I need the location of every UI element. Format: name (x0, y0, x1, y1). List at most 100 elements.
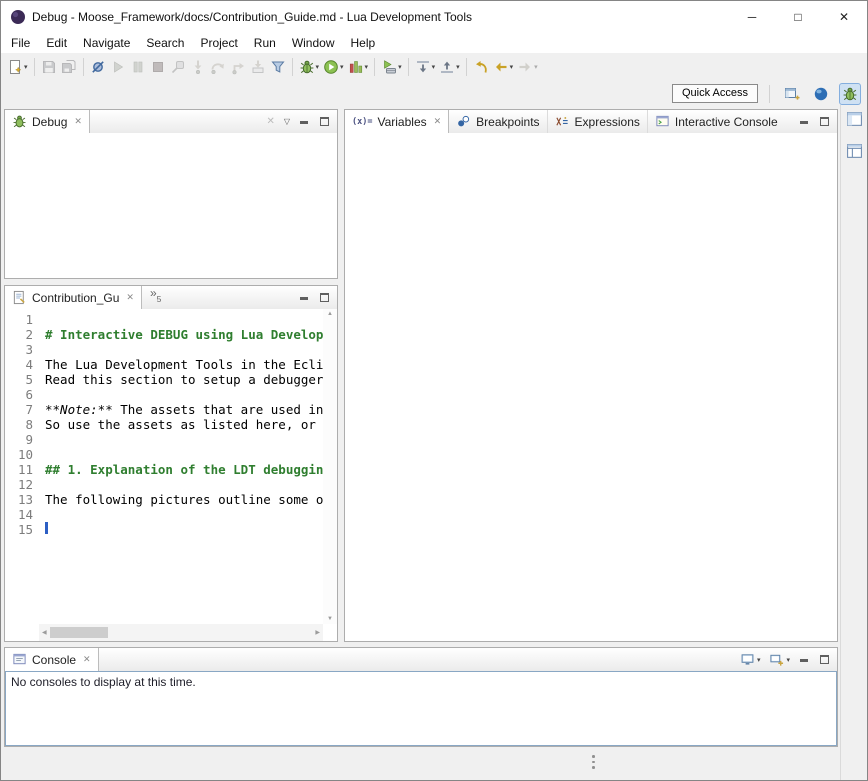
line-number: 1 (5, 312, 33, 327)
use-step-filters-button[interactable] (268, 56, 288, 78)
horizontal-scrollbar[interactable]: ◀ ▶ (39, 624, 323, 641)
editor-panel: Contribution_Gu ✕ »5 1234567891011121314… (4, 285, 338, 642)
main-toolbar: ▾ ▾ ▾ ▾ ▾ ▾ ▾ ▾ ▾ (1, 53, 867, 80)
dropdown-arrow-icon[interactable]: ▾ (340, 63, 344, 71)
hidden-editors-chevron[interactable]: »5 (142, 286, 161, 309)
dropdown-arrow-icon[interactable]: ▾ (432, 63, 436, 71)
scrollbar-thumb[interactable] (50, 627, 108, 638)
maximize-view-icon[interactable] (819, 116, 830, 127)
open-console-button[interactable]: ▾ (769, 652, 790, 667)
menu-project[interactable]: Project (192, 34, 245, 52)
maximize-view-icon[interactable] (319, 292, 330, 303)
tab-contribution-guide[interactable]: Contribution_Gu ✕ (5, 286, 142, 309)
ldt-perspective-icon (813, 86, 829, 102)
minimized-outline-icon[interactable] (846, 143, 863, 165)
previous-annotation-icon (439, 59, 455, 75)
menu-file[interactable]: File (3, 34, 38, 52)
ldt-perspective-button[interactable] (810, 83, 832, 105)
menu-help[interactable]: Help (343, 34, 384, 52)
forward-icon (517, 59, 533, 75)
console-controls: ▾ ▾ (731, 648, 837, 671)
dropdown-arrow-icon[interactable]: ▾ (534, 63, 538, 71)
run-button[interactable]: ▾ (321, 56, 346, 78)
right-panel-tabs: (x)=Variables✕BreakpointsExpressionsInte… (345, 110, 785, 133)
debug-view-panel: Debug ✕ ✕ ▽ (4, 109, 338, 279)
minimize-view-icon[interactable] (299, 116, 310, 127)
editor-content[interactable]: # Interactive DEBUG using Lua DevelopThe… (45, 309, 323, 624)
scroll-left-icon[interactable]: ◀ (39, 629, 50, 636)
skip-all-breakpoints-button[interactable] (88, 56, 108, 78)
minimize-view-icon[interactable] (799, 654, 810, 665)
tab-variables[interactable]: (x)=Variables✕ (345, 110, 449, 133)
dropdown-arrow-icon[interactable]: ▾ (456, 63, 460, 71)
close-tab-icon[interactable]: ✕ (434, 116, 442, 127)
code-line: # Interactive DEBUG using Lua Develop (45, 327, 323, 342)
external-tools-button[interactable]: ▾ (379, 56, 404, 78)
step-into-button (188, 56, 208, 78)
dropdown-arrow-icon[interactable]: ▾ (316, 63, 320, 71)
step-over-icon (210, 59, 226, 75)
maximize-view-icon[interactable] (819, 654, 830, 665)
vertical-scrollbar[interactable]: ▲ ▼ (323, 309, 337, 624)
close-tab-icon[interactable]: ✕ (74, 116, 82, 127)
console-message: No consoles to display at this time. (6, 672, 836, 692)
dropdown-arrow-icon[interactable]: ▾ (365, 63, 369, 71)
remove-all-terminated-icon: ✕ (266, 116, 274, 127)
debug-perspective-button[interactable] (839, 83, 861, 105)
save-all-button (59, 56, 79, 78)
app-window: Debug - Moose_Framework/docs/Contributio… (0, 0, 868, 781)
resume-button (108, 56, 128, 78)
line-number: 4 (5, 357, 33, 372)
disconnect-icon (170, 59, 186, 75)
workspace: Debug ✕ ✕ ▽ Contribution_Gu (1, 105, 867, 780)
dropdown-arrow-icon[interactable]: ▾ (24, 63, 28, 71)
display-selected-console-button[interactable]: ▾ (740, 652, 761, 667)
sash-handle[interactable] (592, 755, 595, 769)
new-wizard-button[interactable]: ▾ (5, 56, 30, 78)
last-edit-location-button[interactable] (471, 56, 491, 78)
window-close-button[interactable]: ✕ (821, 1, 867, 32)
tab-console[interactable]: Console ✕ (5, 648, 99, 671)
menu-window[interactable]: Window (284, 34, 343, 52)
back-icon (493, 59, 509, 75)
dropdown-arrow-icon[interactable]: ▾ (510, 63, 514, 71)
menu-edit[interactable]: Edit (38, 34, 75, 52)
tab-label: Contribution_Gu (32, 291, 119, 305)
toolbar-separator (83, 58, 84, 76)
dropdown-arrow-icon[interactable]: ▾ (757, 656, 761, 664)
minimize-view-icon[interactable] (799, 116, 810, 127)
window-maximize-button[interactable]: □ (775, 1, 821, 32)
next-annotation-button[interactable]: ▾ (413, 56, 438, 78)
open-perspective-button[interactable] (781, 83, 803, 105)
view-menu-icon[interactable]: ▽ (284, 117, 290, 126)
tab-breakpoints[interactable]: Breakpoints (449, 110, 546, 133)
window-minimize-button[interactable]: ─ (729, 1, 775, 32)
tab-debug[interactable]: Debug ✕ (5, 110, 90, 133)
save-all-icon (61, 59, 77, 75)
dropdown-arrow-icon[interactable]: ▾ (398, 63, 402, 71)
quick-access[interactable]: Quick Access (672, 84, 758, 103)
close-tab-icon[interactable]: ✕ (126, 292, 134, 303)
breakpoints-icon (456, 114, 471, 129)
back-button[interactable]: ▾ (491, 56, 516, 78)
previous-annotation-button[interactable]: ▾ (437, 56, 462, 78)
scroll-right-icon[interactable]: ▶ (312, 629, 323, 636)
debug-button[interactable]: ▾ (297, 56, 322, 78)
code-line (45, 342, 323, 357)
close-tab-icon[interactable]: ✕ (83, 654, 91, 665)
forward-button: ▾ (515, 56, 540, 78)
coverage-button[interactable]: ▾ (346, 56, 371, 78)
maximize-view-icon[interactable] (319, 116, 330, 127)
menu-navigate[interactable]: Navigate (75, 34, 138, 52)
tab-interactive-console[interactable]: Interactive Console (647, 110, 785, 133)
menu-search[interactable]: Search (138, 34, 192, 52)
minimize-view-icon[interactable] (299, 292, 310, 303)
dropdown-arrow-icon[interactable]: ▾ (786, 656, 790, 664)
code-line: Read this section to setup a debugger (45, 372, 323, 387)
restore-view-stack-icon[interactable] (846, 111, 863, 133)
line-number: 8 (5, 417, 33, 432)
scroll-down-icon[interactable]: ▼ (323, 616, 337, 622)
menu-run[interactable]: Run (246, 34, 284, 52)
scroll-up-icon[interactable]: ▲ (323, 311, 337, 317)
tab-expressions[interactable]: Expressions (547, 110, 647, 133)
